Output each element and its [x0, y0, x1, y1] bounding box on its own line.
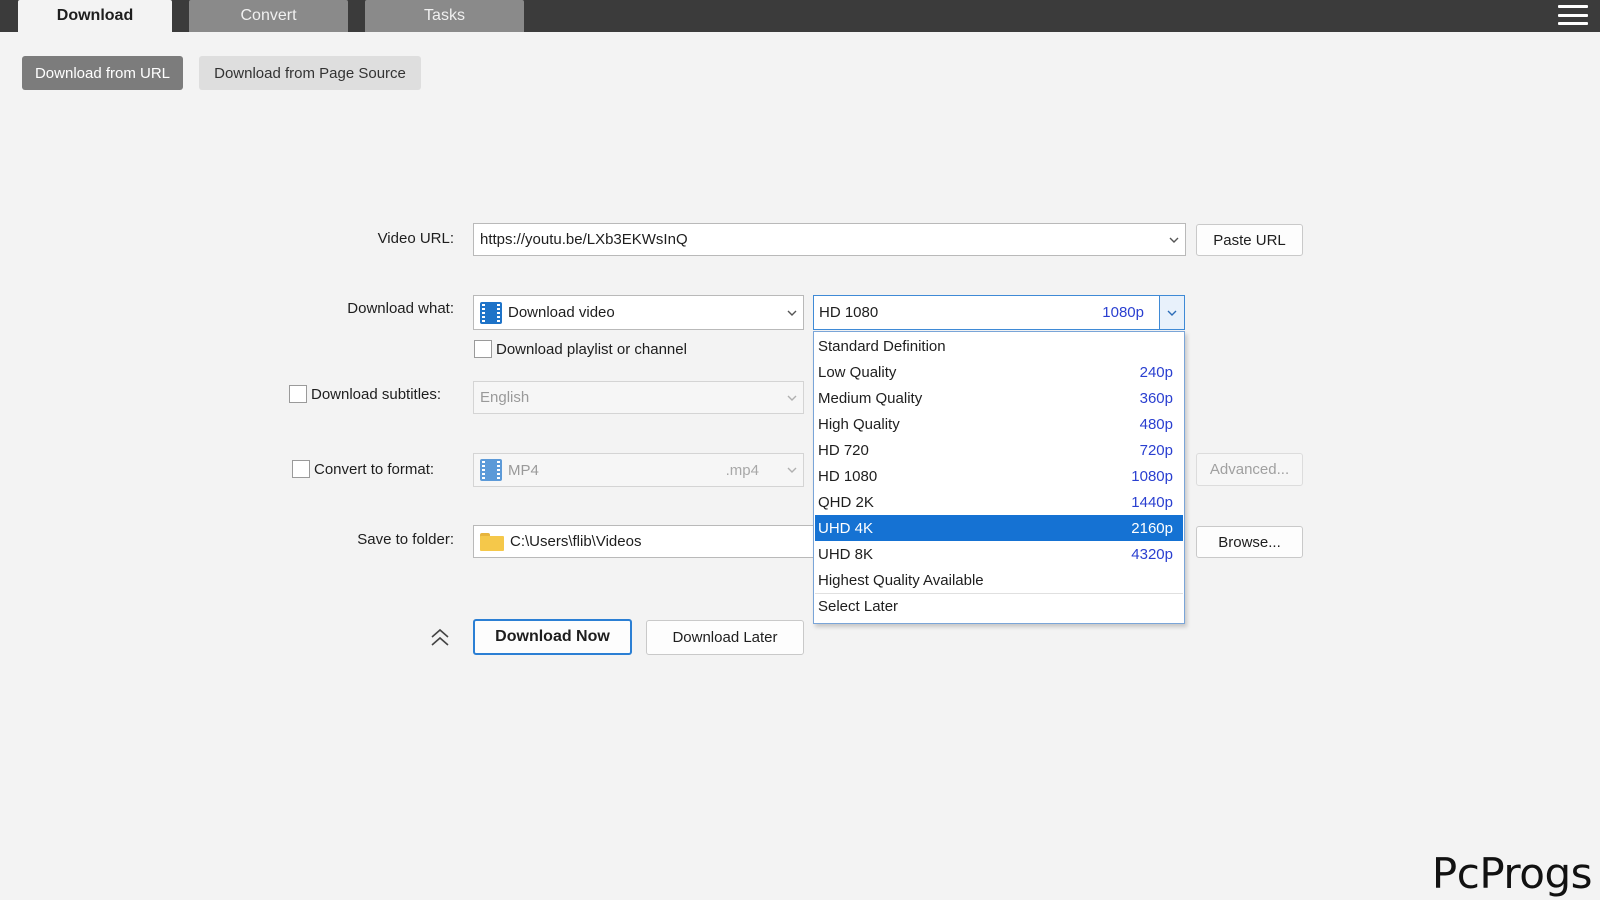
download-playlist-label: Download playlist or channel: [496, 341, 687, 358]
quality-option-resolution: 240p: [1139, 363, 1173, 381]
subtitles-language-select[interactable]: English: [473, 381, 804, 414]
quality-option-label: Highest Quality Available: [818, 571, 984, 589]
chevron-down-icon: [787, 394, 797, 404]
video-url-label: Video URL:: [377, 230, 454, 247]
video-url-value: https://youtu.be/LXb3EKWsInQ: [480, 231, 688, 248]
folder-icon: [480, 532, 504, 551]
quality-dropdown-list: Standard Definition Low Quality 240p Med…: [813, 331, 1185, 624]
download-what-label: Download what:: [347, 300, 454, 317]
quality-dropdown-button[interactable]: [1159, 296, 1184, 329]
quality-option[interactable]: High Quality 480p: [815, 411, 1183, 437]
convert-format-checkbox[interactable]: [292, 460, 310, 478]
quality-option[interactable]: UHD 8K 4320p: [815, 541, 1183, 567]
quality-option-resolution: 1080p: [1131, 467, 1173, 485]
download-what-value: Download video: [508, 304, 615, 321]
convert-format-select[interactable]: MP4 .mp4: [473, 453, 804, 487]
save-folder-value: C:\Users\flib\Videos: [510, 533, 642, 550]
quality-option-label: UHD 4K: [818, 519, 874, 537]
save-folder-input[interactable]: C:\Users\flib\Videos: [473, 525, 818, 558]
convert-format-extension: .mp4: [725, 461, 759, 479]
quality-option-label: Low Quality: [818, 363, 897, 381]
quality-option-resolution: 4320p: [1131, 545, 1173, 563]
quality-option-label: High Quality: [818, 415, 900, 433]
quality-option[interactable]: HD 720 720p: [815, 437, 1183, 463]
download-from-url-button[interactable]: Download from URL: [22, 56, 183, 90]
chevron-down-icon[interactable]: [1169, 236, 1179, 246]
quality-option[interactable]: QHD 2K 1440p: [815, 489, 1183, 515]
quality-option[interactable]: Standard Definition: [815, 333, 1183, 359]
save-folder-label: Save to folder:: [357, 531, 454, 548]
quality-option[interactable]: HD 1080 1080p: [815, 463, 1183, 489]
tab-convert[interactable]: Convert: [189, 0, 348, 32]
paste-url-button[interactable]: Paste URL: [1196, 224, 1303, 256]
quality-option-resolution: 480p: [1139, 415, 1173, 433]
download-what-select[interactable]: Download video: [473, 295, 804, 330]
quality-select[interactable]: HD 1080 1080p: [813, 295, 1185, 330]
download-subtitles-checkbox[interactable]: [289, 385, 307, 403]
quality-selected-resolution: 1080p: [1102, 304, 1144, 321]
quality-option-highlighted[interactable]: UHD 4K 2160p: [815, 515, 1183, 541]
tab-bar: Download Convert Tasks: [0, 0, 1600, 32]
download-from-page-source-button[interactable]: Download from Page Source: [199, 56, 421, 90]
quality-option-label: Medium Quality: [818, 389, 923, 407]
quality-option[interactable]: Medium Quality 360p: [815, 385, 1183, 411]
quality-option[interactable]: Highest Quality Available: [815, 567, 1183, 593]
advanced-button[interactable]: Advanced...: [1196, 453, 1303, 486]
download-now-button[interactable]: Download Now: [473, 619, 632, 655]
quality-option-resolution: 360p: [1139, 389, 1173, 407]
quality-option-resolution: 2160p: [1131, 519, 1173, 537]
quality-option-label: HD 720: [818, 441, 869, 459]
quality-option-label: QHD 2K: [818, 493, 874, 511]
convert-format-label: Convert to format:: [314, 461, 435, 478]
film-icon: [480, 301, 502, 324]
quality-option-label: HD 1080: [818, 467, 878, 485]
download-subtitles-label: Download subtitles:: [311, 386, 442, 403]
convert-format-value: MP4: [508, 461, 539, 479]
hamburger-menu-icon[interactable]: [1558, 3, 1588, 27]
quality-option[interactable]: Low Quality 240p: [815, 359, 1183, 385]
quality-option-resolution: 1440p: [1131, 493, 1173, 511]
watermark-text: PcProgs: [1431, 849, 1593, 898]
quality-option-label: Select Later: [818, 598, 899, 615]
browse-button[interactable]: Browse...: [1196, 526, 1303, 558]
quality-option-label: Standard Definition: [818, 337, 946, 355]
chevron-down-icon: [787, 466, 797, 476]
chevron-down-icon[interactable]: [787, 309, 797, 319]
download-playlist-checkbox[interactable]: [474, 340, 492, 358]
collapse-up-icon[interactable]: [428, 627, 452, 649]
quality-option-resolution: 720p: [1139, 441, 1173, 459]
download-later-button[interactable]: Download Later: [646, 620, 804, 655]
chevron-down-icon: [1167, 309, 1177, 319]
quality-option-label: UHD 8K: [818, 545, 874, 563]
film-icon: [480, 459, 502, 481]
subtitles-language-value: English: [480, 389, 530, 406]
tab-download[interactable]: Download: [18, 0, 172, 32]
video-url-input[interactable]: https://youtu.be/LXb3EKWsInQ: [473, 223, 1186, 256]
tab-tasks[interactable]: Tasks: [365, 0, 524, 32]
quality-selected-label: HD 1080: [819, 304, 879, 321]
quality-option[interactable]: Select Later: [815, 593, 1183, 619]
